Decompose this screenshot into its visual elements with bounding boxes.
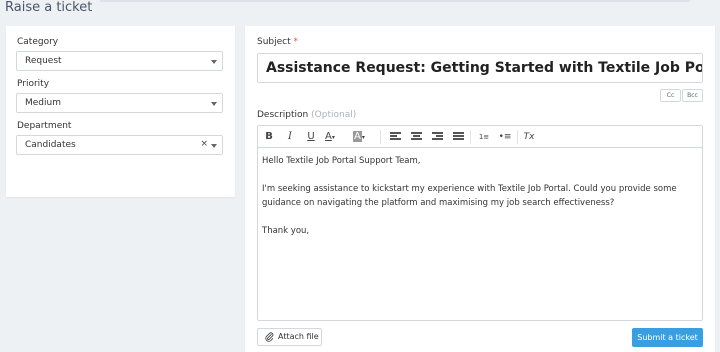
priority-select[interactable]: Medium bbox=[16, 93, 223, 113]
department-value: Candidates bbox=[25, 140, 76, 150]
subject-label: Subject * bbox=[257, 37, 298, 47]
header-divider bbox=[100, 0, 690, 2]
cc-button[interactable]: Cc bbox=[660, 89, 681, 102]
editor-content[interactable]: Hello Textile Job Portal Support Team, I… bbox=[258, 148, 702, 244]
priority-value: Medium bbox=[25, 98, 61, 108]
department-label: Department bbox=[17, 121, 72, 131]
category-select[interactable]: Request bbox=[16, 51, 223, 71]
toolbar-divider bbox=[380, 130, 381, 144]
toolbar-divider bbox=[517, 130, 518, 144]
numbered-list-icon[interactable]: 1≡ bbox=[477, 130, 491, 144]
priority-label: Priority bbox=[17, 79, 50, 89]
chevron-down-icon bbox=[211, 102, 217, 106]
category-value: Request bbox=[25, 56, 62, 66]
message-paragraph: I'm seeking assistance to kickstart my e… bbox=[262, 184, 677, 208]
caret-icon: ▾ bbox=[331, 134, 335, 141]
bulleted-list-icon[interactable]: •≡ bbox=[498, 130, 512, 144]
department-select[interactable]: Candidates × bbox=[16, 135, 223, 155]
ticket-form-panel: Subject * Assistance Request: Getting St… bbox=[245, 26, 715, 352]
underline-button[interactable]: U bbox=[305, 130, 317, 144]
subject-label-text: Subject bbox=[257, 37, 291, 47]
description-editor[interactable]: B I U A▾ A▾ 1≡ •≡ Tx Hello Textile Job P… bbox=[257, 125, 703, 321]
optional-hint: (Optional) bbox=[311, 110, 357, 120]
font-color-button[interactable]: A▾ bbox=[325, 130, 343, 144]
chevron-down-icon bbox=[211, 60, 217, 64]
ticket-properties-panel: Category Request Priority Medium Departm… bbox=[6, 26, 235, 197]
chevron-down-icon bbox=[211, 144, 217, 148]
message-paragraph: Hello Textile Job Portal Support Team, bbox=[262, 156, 421, 166]
message-paragraph: Thank you, bbox=[262, 226, 310, 236]
required-mark: * bbox=[293, 37, 299, 47]
description-label-text: Description bbox=[257, 110, 309, 120]
attach-file-button[interactable]: Attach file bbox=[257, 328, 322, 346]
align-right-icon[interactable] bbox=[432, 132, 443, 141]
align-justify-icon[interactable] bbox=[453, 132, 464, 141]
category-label: Category bbox=[17, 37, 59, 47]
clear-format-icon[interactable]: Tx bbox=[522, 130, 536, 144]
subject-input[interactable]: Assistance Request: Getting Started with… bbox=[257, 53, 703, 83]
bold-button[interactable]: B bbox=[263, 130, 275, 144]
clear-selection-icon[interactable]: × bbox=[200, 139, 208, 149]
font-color-label: A bbox=[325, 131, 332, 142]
paperclip-icon bbox=[265, 332, 274, 348]
editor-toolbar: B I U A▾ A▾ 1≡ •≡ Tx bbox=[258, 126, 702, 148]
align-left-icon[interactable] bbox=[390, 132, 401, 141]
description-label: Description (Optional) bbox=[257, 110, 356, 120]
caret-icon: ▾ bbox=[361, 134, 365, 141]
submit-ticket-button[interactable]: Submit a ticket bbox=[632, 328, 703, 347]
attach-file-label: Attach file bbox=[278, 332, 319, 341]
bcc-button[interactable]: Bcc bbox=[682, 89, 703, 102]
italic-button[interactable]: I bbox=[284, 130, 296, 144]
page-title: Raise a ticket bbox=[5, 0, 93, 15]
background-color-label: A bbox=[353, 131, 362, 142]
background-color-button[interactable]: A▾ bbox=[353, 130, 373, 144]
toolbar-divider bbox=[470, 130, 471, 144]
align-center-icon[interactable] bbox=[411, 132, 422, 141]
